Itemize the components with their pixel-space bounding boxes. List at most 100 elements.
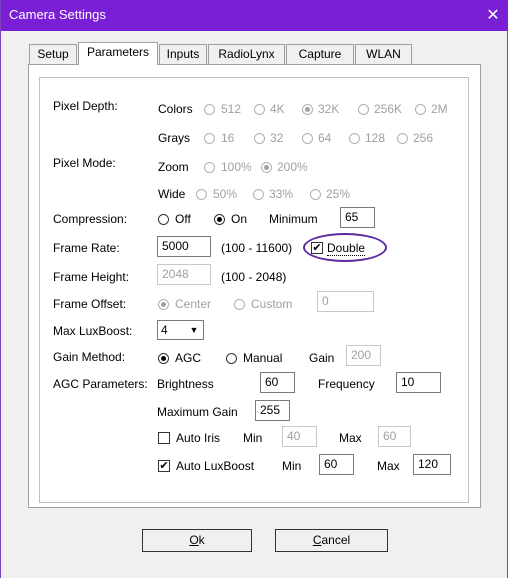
max-luxboost-select[interactable]: 4 ▼ [157, 320, 204, 340]
gain-agc-label: AGC [175, 351, 202, 365]
colors-256k-label: 256K [374, 102, 403, 116]
auto-luxboost-checkbox[interactable]: ✔ [158, 460, 170, 472]
window-title: Camera Settings [9, 7, 106, 22]
wide-50-label: 50% [213, 187, 238, 201]
colors-2m-label: 2M [431, 102, 448, 116]
auto-iris-label: Auto Iris [176, 431, 221, 445]
auto-iris-checkbox[interactable] [158, 432, 170, 444]
wide-33-radio[interactable] [253, 189, 264, 200]
agc-parameters-label: AGC Parameters: [53, 377, 148, 391]
zoom-200-label: 200% [277, 160, 308, 174]
zoom-label: Zoom [158, 160, 189, 174]
auto-iris-min-input[interactable]: 40 [282, 426, 317, 447]
compression-minimum-input[interactable]: 65 [340, 207, 375, 228]
tab-radiolynx[interactable]: RadioLynx [208, 44, 285, 64]
compression-off-radio[interactable] [158, 214, 169, 225]
close-icon[interactable]: ✕ [477, 0, 508, 31]
frame-height-input[interactable]: 2048 [157, 264, 211, 285]
grays-16-label: 16 [221, 131, 235, 145]
cancel-button[interactable]: Cancel [275, 529, 388, 552]
tab-setup[interactable]: Setup [29, 44, 77, 64]
frame-rate-label: Frame Rate: [53, 241, 120, 255]
gain-manual-label: Manual [243, 351, 283, 365]
auto-luxboost-label: Auto LuxBoost [176, 459, 255, 473]
grays-32-label: 32 [270, 131, 284, 145]
compression-on-radio[interactable] [214, 214, 225, 225]
cancel-label: ancel [321, 533, 351, 547]
ok-mnemonic: O [189, 533, 199, 547]
wide-33-label: 33% [269, 187, 294, 201]
offset-custom-radio[interactable] [234, 299, 245, 310]
colors-4k-radio[interactable] [254, 104, 265, 115]
minimum-label: Minimum [269, 212, 318, 226]
frame-offset-label: Frame Offset: [53, 297, 127, 311]
gain-manual-radio[interactable] [226, 353, 237, 364]
tab-inputs[interactable]: Inputs [159, 44, 207, 64]
ok-label: k [198, 533, 205, 547]
frame-height-label: Frame Height: [53, 270, 130, 284]
colors-4k-label: 4K [270, 102, 285, 116]
auto-iris-max-input[interactable]: 60 [378, 426, 411, 447]
grays-256-label: 256 [413, 131, 434, 145]
offset-center-label: Center [175, 297, 212, 311]
auto-luxboost-min-input[interactable]: 60 [319, 454, 354, 475]
maximum-gain-input[interactable]: 255 [255, 400, 290, 421]
gain-agc-radio[interactable] [158, 353, 169, 364]
frequency-label: Frequency [318, 377, 375, 391]
grays-label: Grays [158, 131, 191, 145]
tab-capture[interactable]: Capture [286, 44, 354, 64]
zoom-200-radio[interactable] [261, 162, 272, 173]
zoom-100-label: 100% [221, 160, 252, 174]
chevron-down-icon[interactable]: ▼ [186, 322, 202, 338]
brightness-input[interactable]: 60 [260, 372, 295, 393]
wide-25-label: 25% [326, 187, 351, 201]
ok-button[interactable]: Ok [142, 529, 252, 552]
frame-rate-range: (100 - 11600) [221, 241, 293, 255]
wide-25-radio[interactable] [310, 189, 321, 200]
highlight-circle [303, 233, 387, 262]
compression-off-label: Off [175, 212, 191, 226]
colors-32k-radio[interactable] [302, 104, 313, 115]
grays-128-label: 128 [365, 131, 386, 145]
colors-2m-radio[interactable] [415, 104, 426, 115]
frame-height-range: (100 - 2048) [221, 270, 287, 284]
max-luxboost-label: Max LuxBoost: [53, 324, 133, 338]
zoom-100-radio[interactable] [204, 162, 215, 173]
offset-center-radio[interactable] [158, 299, 169, 310]
tab-parameters[interactable]: Parameters [78, 42, 158, 65]
tab-wlan[interactable]: WLAN [355, 44, 412, 64]
max-luxboost-value: 4 [161, 323, 168, 337]
title-bar: Camera Settings ✕ [1, 0, 508, 31]
colors-32k-label: 32K [318, 102, 340, 116]
colors-512-radio[interactable] [204, 104, 215, 115]
gain-method-label: Gain Method: [53, 350, 126, 364]
grays-64-label: 64 [318, 131, 332, 145]
auto-iris-min-label: Min [243, 431, 263, 445]
compression-on-label: On [231, 212, 248, 226]
offset-custom-label: Custom [251, 297, 293, 311]
grays-16-radio[interactable] [204, 133, 215, 144]
colors-512-label: 512 [221, 102, 242, 116]
frequency-input[interactable]: 10 [396, 372, 441, 393]
grays-64-radio[interactable] [302, 133, 313, 144]
pixel-depth-label: Pixel Depth: [53, 99, 118, 113]
camera-settings-dialog: Camera Settings ✕ Setup Parameters Input… [0, 0, 508, 578]
frame-rate-input[interactable]: 5000 [157, 236, 211, 257]
offset-custom-input[interactable]: 0 [317, 291, 374, 312]
grays-32-radio[interactable] [254, 133, 265, 144]
gain-input[interactable]: 200 [346, 345, 381, 366]
colors-256k-radio[interactable] [358, 104, 369, 115]
gain-label: Gain [309, 351, 335, 365]
brightness-label: Brightness [157, 377, 214, 391]
compression-label: Compression: [53, 212, 128, 226]
pixel-mode-label: Pixel Mode: [53, 156, 116, 170]
auto-luxboost-max-input[interactable]: 120 [413, 454, 451, 475]
colors-label: Colors [158, 102, 193, 116]
wide-50-radio[interactable] [196, 189, 207, 200]
auto-luxboost-min-label: Min [282, 459, 302, 473]
auto-luxboost-max-label: Max [377, 459, 400, 473]
auto-iris-max-label: Max [339, 431, 362, 445]
maximum-gain-label: Maximum Gain [157, 405, 238, 419]
grays-256-radio[interactable] [397, 133, 408, 144]
grays-128-radio[interactable] [349, 133, 360, 144]
